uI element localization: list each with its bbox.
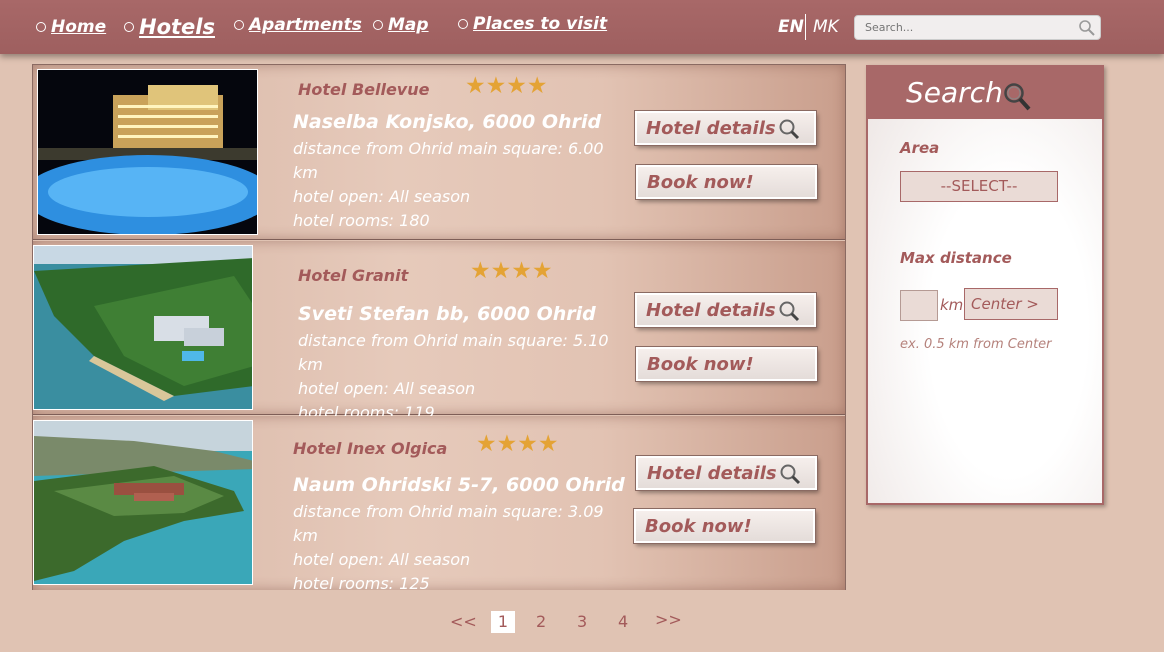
- bullet-icon: [373, 20, 383, 30]
- rating-stars-icon: ★★★★: [476, 431, 559, 457]
- hotel-name[interactable]: Hotel Granit: [298, 266, 408, 285]
- book-now-label: Book now!: [647, 353, 754, 375]
- search-panel-header: Search: [868, 67, 1102, 119]
- search-input[interactable]: [855, 16, 1070, 39]
- distance-hint: ex. 0.5 km from Center: [900, 337, 1052, 352]
- hotel-name[interactable]: Hotel Bellevue: [298, 80, 429, 99]
- magnifier-icon: [778, 300, 800, 327]
- book-now-button[interactable]: Book now!: [636, 165, 817, 199]
- nav-apartments-label: Apartments: [249, 15, 362, 35]
- bullet-icon: [458, 19, 468, 29]
- hotel-address: Naum Ohridski 5-7, 6000 Ohrid: [293, 474, 625, 496]
- hotel-card: Hotel Granit ★★★★ Sveti Stefan bb, 6000 …: [33, 241, 845, 422]
- nav-hotels-label: Hotels: [139, 15, 215, 39]
- hotel-details-label: Hotel details: [647, 462, 777, 484]
- hotel-photo: [33, 245, 253, 410]
- hotel-details-label: Hotel details: [646, 299, 776, 321]
- search-panel: Search Area --SELECT-- Max distance km C…: [866, 65, 1104, 505]
- nav-places-link[interactable]: Places to visit: [458, 14, 607, 34]
- hotel-open: hotel open: All season: [293, 187, 471, 206]
- pagination-page-3[interactable]: 3: [577, 612, 587, 631]
- hotel-distance: distance from Ohrid main square: 3.09 km: [293, 502, 604, 545]
- rating-stars-icon: ★★★★: [465, 73, 548, 99]
- search-icon[interactable]: [1078, 19, 1096, 41]
- km-label: km: [940, 296, 964, 314]
- search-box: [854, 15, 1101, 40]
- magnifier-icon: [779, 463, 801, 490]
- nav-hotels-link[interactable]: Hotels: [124, 15, 215, 39]
- hotel-details-button[interactable]: Hotel details: [635, 293, 816, 327]
- lang-en-link[interactable]: EN: [778, 17, 804, 37]
- area-select[interactable]: --SELECT--: [900, 171, 1058, 202]
- hotel-photo: [37, 69, 258, 235]
- hotel-details-button[interactable]: Hotel details: [635, 111, 816, 145]
- nav-places-label: Places to visit: [473, 14, 608, 34]
- search-panel-title: Search: [906, 76, 1003, 109]
- hotel-distance: distance from Ohrid main square: 5.10 km: [298, 331, 609, 374]
- nav-home-label: Home: [51, 17, 107, 37]
- hotel-photo: [33, 420, 253, 585]
- lang-mk-link[interactable]: MK: [813, 17, 839, 37]
- hotel-rooms: hotel rooms: 125: [293, 574, 430, 593]
- rating-stars-icon: ★★★★: [470, 258, 553, 284]
- hotel-details-label: Hotel details: [646, 117, 776, 139]
- magnifier-icon: [778, 118, 800, 145]
- hotel-name[interactable]: Hotel Inex Olgica: [293, 439, 447, 458]
- pagination-page-4[interactable]: 4: [618, 612, 628, 631]
- nav-apartments-link[interactable]: Apartments: [234, 15, 362, 35]
- hotel-list: Hotel Bellevue ★★★★ Naselba Konjsko, 600…: [32, 64, 846, 593]
- pagination-page-2[interactable]: 2: [536, 612, 546, 631]
- search-icon: [1002, 81, 1032, 117]
- pagination-next[interactable]: >>: [655, 610, 682, 629]
- hotel-address: Naselba Konjsko, 6000 Ohrid: [293, 111, 602, 133]
- hotel-info: distance from Ohrid main square: 6.00 km…: [293, 137, 613, 233]
- lang-divider: [805, 14, 806, 40]
- bullet-icon: [234, 20, 244, 30]
- center-select[interactable]: Center >: [964, 288, 1058, 320]
- hotel-card: Hotel Bellevue ★★★★ Naselba Konjsko, 600…: [33, 65, 845, 240]
- bullet-icon: [36, 22, 46, 32]
- book-now-label: Book now!: [647, 171, 754, 193]
- max-distance-label: Max distance: [900, 249, 1012, 267]
- pagination-prev[interactable]: <<: [450, 612, 477, 631]
- hotel-details-button[interactable]: Hotel details: [636, 456, 817, 490]
- hotel-card: Hotel Inex Olgica ★★★★ Naum Ohridski 5-7…: [33, 416, 845, 593]
- book-now-button[interactable]: Book now!: [636, 347, 817, 381]
- nav-map-label: Map: [388, 15, 429, 35]
- pagination-page-1[interactable]: 1: [491, 611, 515, 633]
- hotel-rooms: hotel rooms: 180: [293, 211, 430, 230]
- nav-map-link[interactable]: Map: [373, 15, 429, 35]
- hotel-address: Sveti Stefan bb, 6000 Ohrid: [298, 303, 596, 325]
- bullet-icon: [124, 22, 134, 32]
- top-nav-bar: Home Hotels Apartments Map Places to vis…: [0, 0, 1164, 54]
- distance-input[interactable]: [900, 290, 938, 321]
- nav-home-link[interactable]: Home: [36, 17, 106, 37]
- area-label: Area: [900, 139, 940, 157]
- hotel-open: hotel open: All season: [298, 379, 476, 398]
- hotel-distance: distance from Ohrid main square: 6.00 km: [293, 139, 604, 182]
- book-now-label: Book now!: [645, 515, 752, 537]
- book-now-button[interactable]: Book now!: [634, 509, 815, 543]
- hotel-open: hotel open: All season: [293, 550, 471, 569]
- hotel-info: distance from Ohrid main square: 5.10 km…: [298, 329, 628, 425]
- hotel-info: distance from Ohrid main square: 3.09 km…: [293, 500, 623, 596]
